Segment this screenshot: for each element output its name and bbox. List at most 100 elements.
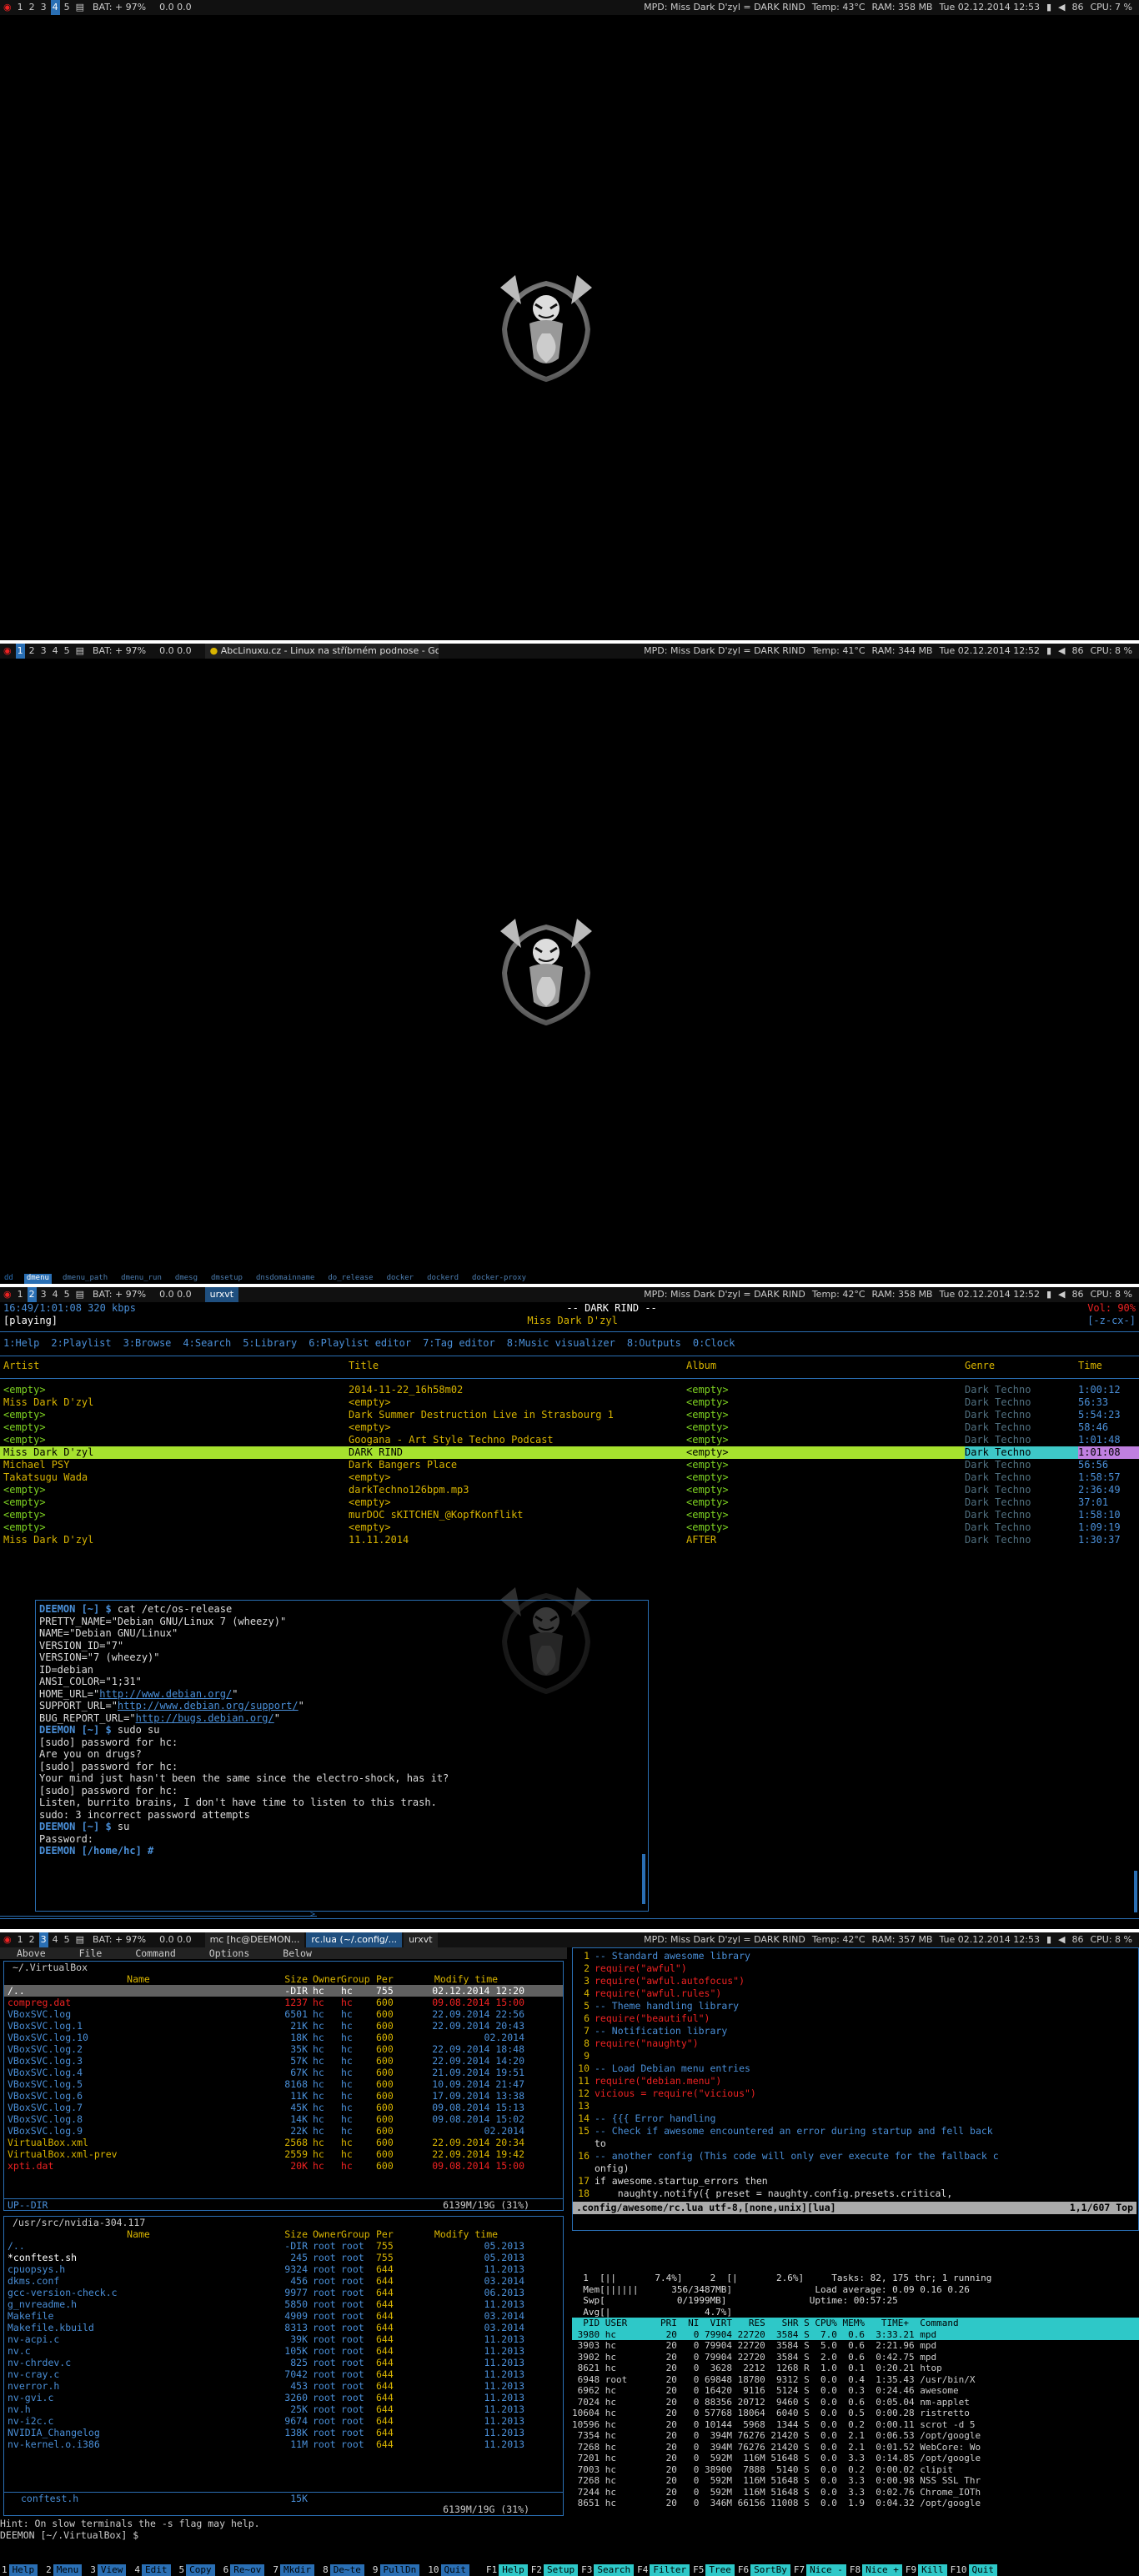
url-link[interactable]: http://www.debian.org/support/	[118, 1700, 299, 1711]
htop-fkey-tree[interactable]: Tree	[705, 2564, 735, 2576]
vim-editor[interactable]: 1 -- Standard awesome library 2 require("aw…	[572, 1947, 1139, 2231]
menu-tag-editor[interactable]: 7:Tag editor	[423, 1337, 495, 1350]
mc-panel-top[interactable]: ~/.VirtualBox Name Size Owner Group Per …	[3, 1961, 564, 2211]
process-row[interactable]: 10604 hc 20 0 57768 18064 6040 S 0.0 0.5…	[572, 2408, 1139, 2419]
awesome-menu-icon[interactable]: ◉	[2, 0, 13, 15]
tag-3[interactable]: 3	[39, 0, 48, 15]
process-row[interactable]: 7201 hc 20 0 592M 116M 51648 S 0.0 3.3 0…	[572, 2453, 1139, 2464]
htop-fkey-sortby[interactable]: SortBy	[750, 2564, 790, 2576]
file-row[interactable]: nv.c 105K root root 644 11.2013	[4, 2345, 563, 2357]
awesome-menu-icon[interactable]: ◉	[2, 644, 13, 659]
tag-5[interactable]: 5	[63, 1932, 72, 1947]
dmenu-item[interactable]: dmenu_run	[118, 1274, 164, 1284]
file-row[interactable]: VirtualBox.xml-prev 2559 hc hc 600 22.09.2014…	[4, 2148, 563, 2160]
process-row[interactable]: 7268 hc 20 0 592M 116M 51648 S 0.0 3.3 0…	[572, 2475, 1139, 2487]
tag-1[interactable]: 1	[16, 1287, 25, 1302]
col-genre[interactable]: Genre	[965, 1360, 1078, 1372]
tag-3[interactable]: 3	[39, 1287, 48, 1302]
fkey-reov[interactable]: Re~ov	[230, 2564, 265, 2576]
dmenu-item[interactable]: dmesg	[173, 1274, 200, 1284]
fkey-pulldn[interactable]: PullDn	[379, 2564, 420, 2576]
volume-icon[interactable]: ◀	[1055, 1287, 1068, 1302]
menu-library[interactable]: 5:Library	[243, 1337, 297, 1350]
file-row[interactable]: VBoxSVC.log.10 18K hc hc 600 02.2014	[4, 2032, 563, 2043]
menu-playlist-editor[interactable]: 6:Playlist editor	[309, 1337, 411, 1350]
file-row[interactable]: nv-kernel.o.i386 11M root root 644 11.2013	[4, 2438, 563, 2450]
url-link[interactable]: http://www.debian.org/	[99, 1688, 232, 1700]
playlist-row[interactable]: Miss Dark D'zyl <empty> <empty> Dark Techno…	[0, 1396, 1139, 1409]
tag-5[interactable]: 5	[63, 644, 72, 659]
col-album[interactable]: Album	[686, 1360, 965, 1372]
col-artist[interactable]: Artist	[0, 1360, 349, 1372]
process-row[interactable]: 6962 hc 20 0 16420 9116 5124 S 0.0 0.3 0…	[572, 2385, 1139, 2397]
file-row[interactable]: g_nvreadme.h 5850 root root 644 11.2013	[4, 2298, 563, 2310]
fkey-edit[interactable]: Edit	[142, 2564, 171, 2576]
task-urxvt[interactable]: urxvt	[404, 1932, 438, 1947]
volume-icon[interactable]: ◀	[1055, 1932, 1068, 1947]
tag-2[interactable]: 2	[28, 0, 37, 15]
file-row[interactable]: *conftest.sh 245 root root 755 05.2013	[4, 2252, 563, 2263]
awesome-menu-icon[interactable]: ◉	[2, 1287, 13, 1302]
dmenu-item[interactable]: dmenu_path	[60, 1274, 110, 1284]
task-chrome[interactable]: ● AbcLinuxu.cz - Linux na stříbrném podn…	[204, 644, 439, 659]
col-mtime[interactable]: Modify time	[408, 2228, 524, 2240]
mc-menu-below[interactable]: Below	[283, 1947, 312, 1959]
fkey-menu[interactable]: Menu	[53, 2564, 83, 2576]
playlist-row[interactable]: <empty> <empty> <empty> Dark Techno 37:01	[0, 1496, 1139, 1509]
task-vim[interactable]: rc.lua (~/.config/...	[306, 1932, 403, 1947]
process-row[interactable]: 7354 hc 20 0 394M 76276 21420 S 0.0 2.1 …	[572, 2430, 1139, 2442]
col-perm[interactable]: Per	[376, 2228, 408, 2240]
tag-3[interactable]: 3	[38, 1932, 48, 1947]
playlist-row[interactable]: <empty> <empty> <empty> Dark Techno 58:46	[0, 1421, 1139, 1434]
layout-icon[interactable]: ▤	[74, 644, 86, 659]
file-row[interactable]: Makefile.kbuild 8313 root root 644 03.2014	[4, 2322, 563, 2333]
playlist-row[interactable]: Miss Dark D'zyl DARK RIND <empty> Dark Tech…	[0, 1446, 1139, 1459]
htop-fkey-filter[interactable]: Filter	[650, 2564, 690, 2576]
volume-icon[interactable]: ◀	[1055, 0, 1068, 15]
mpd-widget[interactable]: MPD: Miss Dark D'zyl = DARK RIND	[640, 0, 809, 15]
playlist-row[interactable]: Michael PSY Dark Bangers Place <empty> Dark…	[0, 1459, 1139, 1471]
tag-4[interactable]: 4	[51, 1932, 60, 1947]
process-row[interactable]: 7003 hc 20 0 38900 7888 5140 S 0.0 0.2 0…	[572, 2464, 1139, 2476]
col-time[interactable]: Time	[1078, 1360, 1139, 1372]
htop-fkey-quit[interactable]: Quit	[968, 2564, 997, 2576]
process-row[interactable]: 7244 hc 20 0 592M 116M 51648 S 0.0 3.3 0…	[572, 2487, 1139, 2498]
menu-browse[interactable]: 3:Browse	[123, 1337, 172, 1350]
menu-help[interactable]: 1:Help	[3, 1337, 39, 1350]
file-row[interactable]: VBoxSVC.log.8 14K hc hc 600 09.08.2014 15:02	[4, 2113, 563, 2125]
fkey-view[interactable]: View	[97, 2564, 127, 2576]
file-row[interactable]: VirtualBox.xml 2568 hc hc 600 22.09.2014 20:3…	[4, 2137, 563, 2148]
task-mc[interactable]: mc [hc@DEEMON...	[204, 1932, 305, 1947]
volume-widget[interactable]: 86	[1068, 0, 1086, 15]
tag-3[interactable]: 3	[39, 644, 48, 659]
col-name[interactable]: Name	[4, 2228, 269, 2240]
col-title[interactable]: Title	[349, 1360, 686, 1372]
dmenu-item[interactable]: dnsdomainname	[253, 1274, 317, 1284]
file-row[interactable]: nv.h 25K root root 644 11.2013	[4, 2403, 563, 2415]
volume-widget[interactable]: 86	[1068, 1287, 1086, 1302]
dmenu-item[interactable]: do_release	[325, 1274, 375, 1284]
layout-icon[interactable]: ▤	[74, 1932, 86, 1947]
fkey-dete[interactable]: De~te	[329, 2564, 364, 2576]
mc-prompt[interactable]: DEEMON [~/.VirtualBox] $	[0, 2529, 138, 2541]
playlist-row[interactable]: <empty> Googana - Art Style Techno Podcas…	[0, 1434, 1139, 1446]
mpd-widget[interactable]: MPD: Miss Dark D'zyl = DARK RIND	[640, 1287, 809, 1302]
htop-fkey-setup[interactable]: Setup	[544, 2564, 579, 2576]
tag-4[interactable]: 4	[51, 1287, 60, 1302]
playlist-row[interactable]: Miss Dark D'zyl 11.11.2014 AFTER Dark Techn…	[0, 1534, 1139, 1546]
menu-search[interactable]: 4:Search	[183, 1337, 231, 1350]
playlist-row[interactable]: Takatsugu Wada <empty> <empty> Dark Techno 1…	[0, 1471, 1139, 1484]
htop-fkey-search[interactable]: Search	[594, 2564, 635, 2576]
dmenu-item[interactable]: dmenu	[23, 1274, 52, 1284]
file-row[interactable]: nv-gvi.c 3260 root root 644 11.2013	[4, 2392, 563, 2403]
dmenu-item[interactable]: docker	[384, 1274, 417, 1284]
file-row[interactable]: nv-chrdev.c 825 root root 644 11.2013	[4, 2357, 563, 2368]
htop-fkey-help[interactable]: Help	[499, 2564, 528, 2576]
awesome-menu-icon[interactable]: ◉	[2, 1932, 13, 1947]
htop-fkey-nice[interactable]: Nice -	[806, 2564, 846, 2576]
menu-clock[interactable]: 0:Clock	[693, 1337, 735, 1350]
tag-2[interactable]: 2	[28, 644, 37, 659]
file-row[interactable]: nv-acpi.c 39K root root 644 11.2013	[4, 2333, 563, 2345]
process-row[interactable]: 3903 hc 20 0 79904 22720 3584 S 5.0 0.6 …	[572, 2340, 1139, 2352]
col-size[interactable]: Size	[269, 1973, 309, 1985]
